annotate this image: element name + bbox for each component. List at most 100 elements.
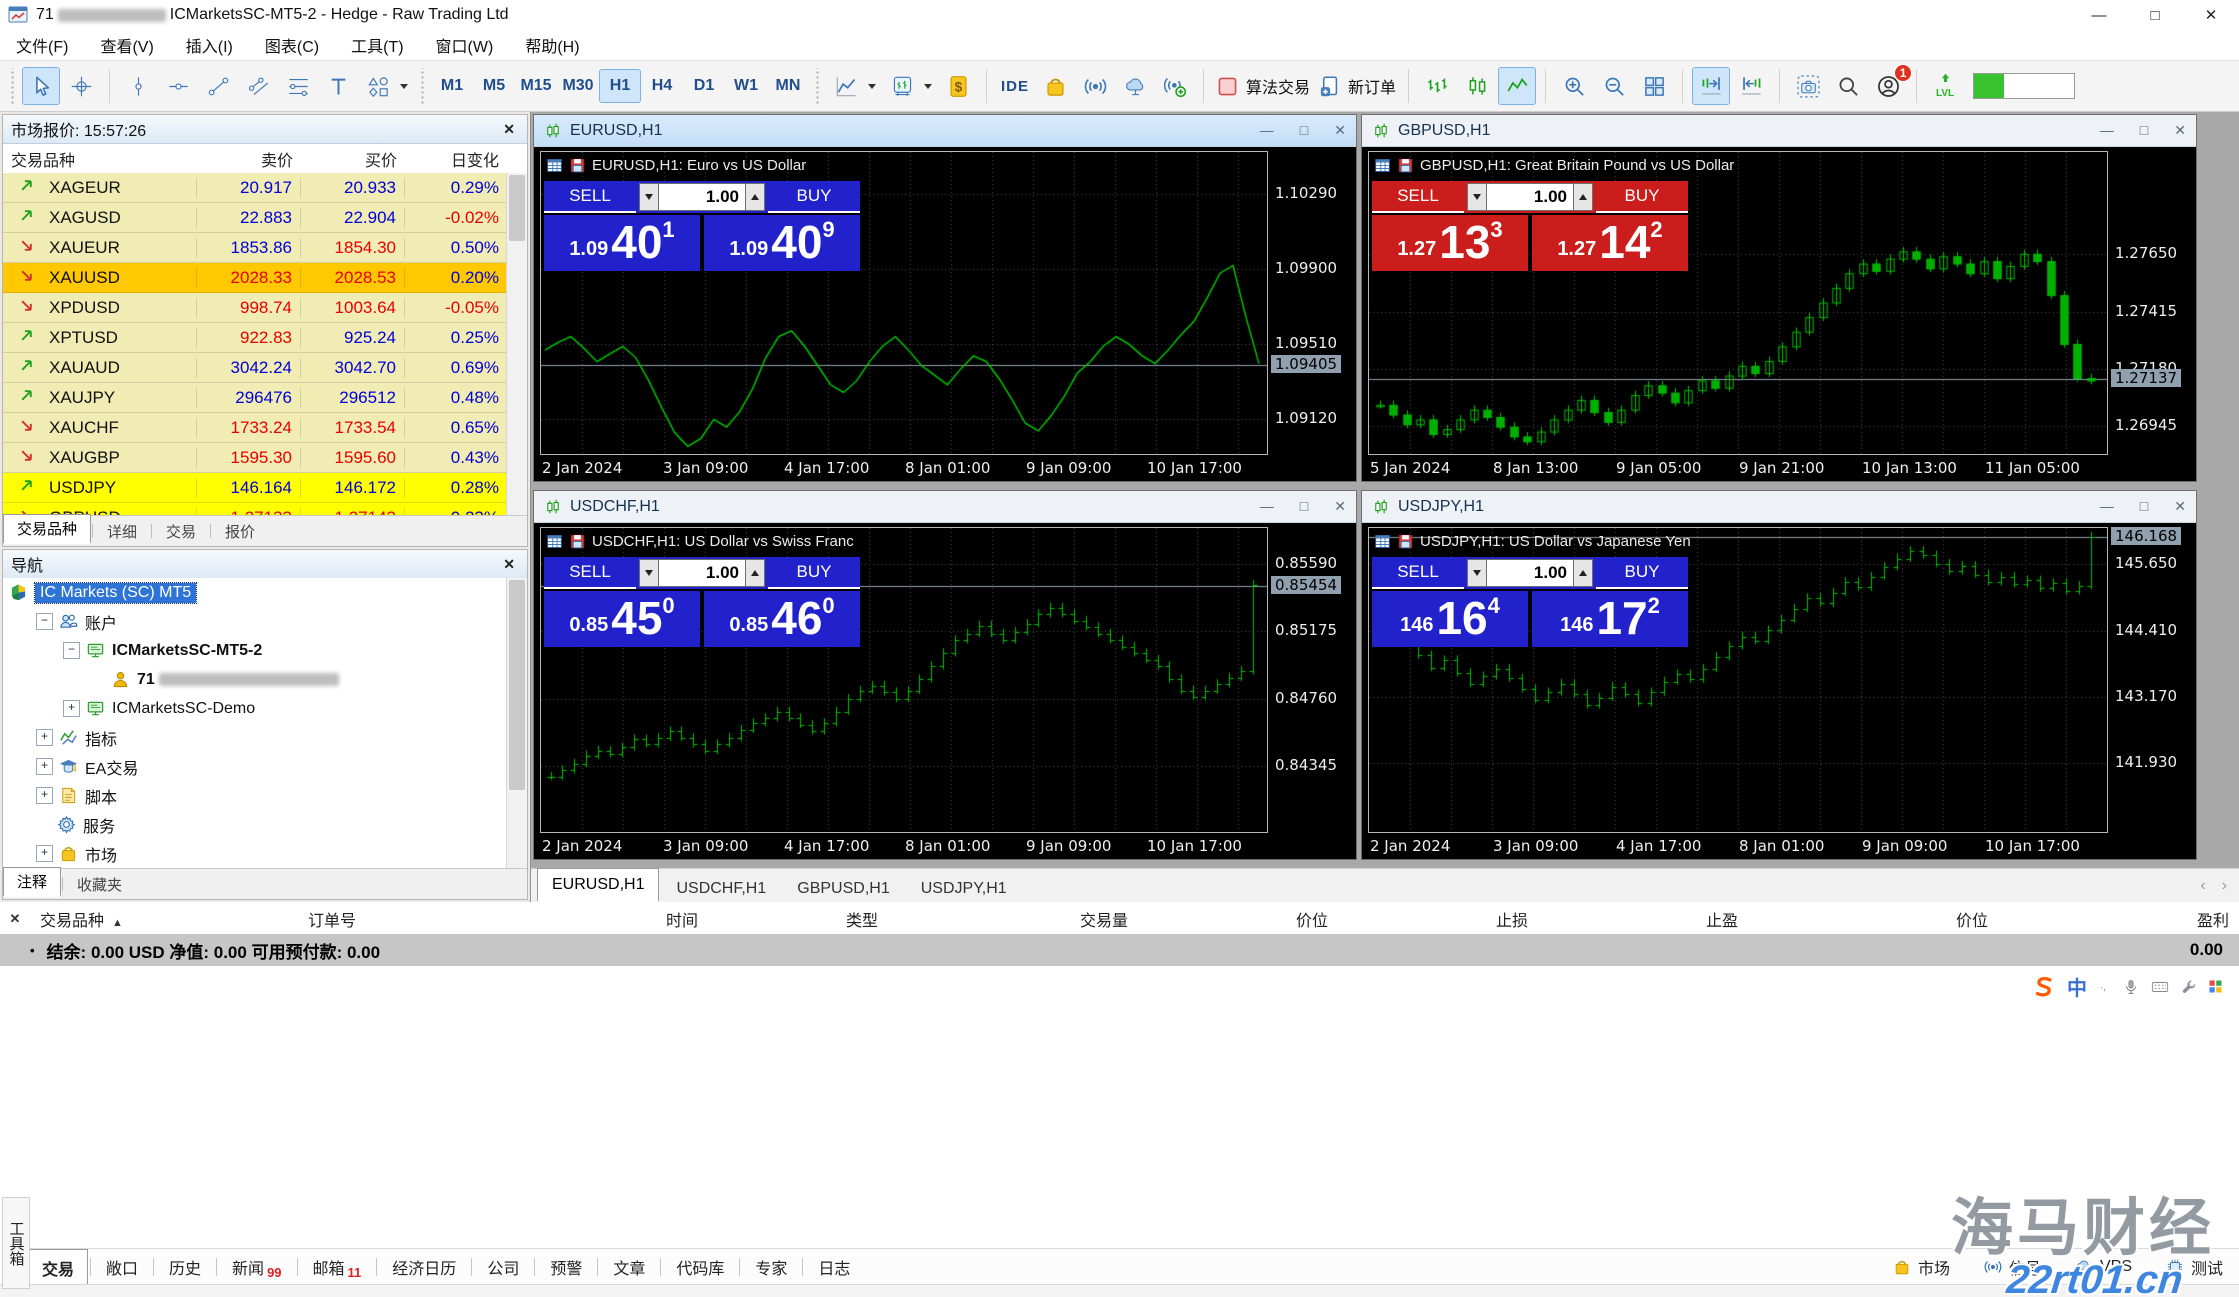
buy-button[interactable]: BUY [768, 181, 860, 213]
toolbox-tab-2[interactable]: 历史 [156, 1249, 214, 1285]
tree-expander-expand[interactable]: + [36, 729, 53, 746]
chart-minimize-button[interactable]: — [1260, 498, 1274, 515]
time-scale[interactable]: 2 Jan 20243 Jan 09:004 Jan 17:008 Jan 01… [540, 835, 1268, 857]
toolbox-tab-5[interactable]: 经济日历 [379, 1249, 469, 1285]
tree-item-1[interactable]: −账户 [3, 607, 507, 636]
toolbox-tab-9[interactable]: 代码库 [663, 1249, 737, 1285]
sell-button[interactable]: SELL [1372, 557, 1464, 589]
timeframe-m5[interactable]: M5 [473, 69, 515, 103]
volume-decrease-button[interactable] [1467, 183, 1487, 211]
timeframe-m15[interactable]: M15 [515, 69, 557, 103]
volume-decrease-button[interactable] [639, 183, 659, 211]
sell-price-box[interactable]: 146164 [1372, 591, 1528, 647]
vertical-line-button[interactable] [119, 67, 157, 105]
buy-button[interactable]: BUY [768, 557, 860, 589]
lang-icon[interactable]: 中 [2067, 972, 2087, 1001]
market-row-usdjpy[interactable]: USDJPY146.164146.1720.28% [3, 473, 507, 503]
timeframe-m1[interactable]: M1 [431, 69, 473, 103]
chart-tab-usdchf[interactable]: USDCHF,H1 [662, 875, 780, 902]
tree-item-4[interactable]: +ICMarketsSC-Demo [3, 694, 507, 723]
volume-input[interactable]: 1.00 [1487, 559, 1573, 587]
candles-chart-button[interactable] [1458, 67, 1496, 105]
wrench-icon[interactable] [2181, 979, 2197, 995]
chart-maximize-button[interactable]: □ [1300, 498, 1308, 515]
orders-column-1[interactable]: 订单号 [298, 907, 538, 931]
sell-price-box[interactable]: 1.09401 [544, 215, 700, 271]
search-button[interactable] [1829, 67, 1867, 105]
timeframe-h4[interactable]: H4 [641, 69, 683, 103]
menu-item-I[interactable]: 插入(I) [170, 30, 249, 60]
tree-expander-expand[interactable]: + [36, 845, 53, 862]
cursor-button[interactable] [22, 67, 60, 105]
fibonacci-button[interactable] [279, 67, 317, 105]
market-watch-tab-3[interactable]: 报价 [212, 516, 268, 546]
tile-windows-button[interactable] [1635, 67, 1673, 105]
chart-title-bar[interactable]: USDJPY,H1—□✕ [1362, 491, 2196, 523]
market-watch-tab-2[interactable]: 交易 [153, 516, 209, 546]
tree-item-5[interactable]: +指标 [3, 723, 507, 752]
volume-increase-button[interactable] [1573, 183, 1593, 211]
chart-tab-usdjpy[interactable]: USDJPY,H1 [907, 875, 1021, 902]
toolbox-tab-4[interactable]: 邮箱11 [300, 1249, 375, 1285]
sogou-s-icon[interactable] [2032, 975, 2056, 999]
orders-column-6[interactable]: 止损 [1338, 907, 1538, 931]
column-header-0[interactable]: 交易品种 [3, 147, 197, 171]
chart-tab-gbpusd[interactable]: GBPUSD,H1 [783, 875, 903, 902]
shapes-button[interactable] [359, 67, 397, 105]
tree-expander-collapse[interactable]: − [63, 642, 80, 659]
signals-button[interactable] [1076, 67, 1114, 105]
chart-title-bar[interactable]: GBPUSD,H1—□✕ [1362, 115, 2196, 147]
timeframe-w1[interactable]: W1 [725, 69, 767, 103]
column-header-2[interactable]: 买价 [301, 147, 405, 171]
shift-left-button[interactable] [1732, 67, 1770, 105]
scrollbar-thumb[interactable] [509, 175, 525, 241]
market-row-xauchf[interactable]: XAUCHF1733.241733.540.65% [3, 413, 507, 443]
orders-column-4[interactable]: 交易量 [888, 907, 1138, 931]
tree-expander-collapse[interactable]: − [36, 613, 53, 630]
algo-trading-button[interactable]: 算法交易 [1213, 67, 1313, 105]
chart-tab-eurusd[interactable]: EURUSD,H1 [537, 868, 659, 902]
buy-price-box[interactable]: 1.09409 [704, 215, 860, 271]
orders-column-3[interactable]: 类型 [708, 907, 888, 931]
toolbox-tab-11[interactable]: 日志 [805, 1249, 863, 1285]
minimize-button[interactable]: — [2071, 0, 2127, 30]
sell-button[interactable]: SELL [544, 557, 636, 589]
timeframe-d1[interactable]: D1 [683, 69, 725, 103]
price-scale[interactable]: 145.650144.410143.170141.930146.168 [2110, 527, 2194, 833]
tree-item-9[interactable]: +市场 [3, 839, 507, 868]
timeframe-mn[interactable]: MN [767, 69, 809, 103]
lvl-indicator[interactable]: LVL [1926, 67, 1964, 105]
toolbox-tab-10[interactable]: 专家 [742, 1249, 800, 1285]
text-button[interactable] [319, 67, 357, 105]
menu-item-T[interactable]: 工具(T) [335, 30, 419, 60]
column-header-1[interactable]: 卖价 [197, 147, 301, 171]
tree-item-2[interactable]: −ICMarketsSC-MT5-2 [3, 636, 507, 665]
punct-icon[interactable]: ·, [2098, 979, 2112, 995]
price-scale[interactable]: 1.102901.099001.095101.091201.09405 [1270, 151, 1354, 455]
menu-item-W[interactable]: 窗口(W) [420, 30, 510, 60]
grid-icon[interactable] [2208, 979, 2223, 994]
navigator-scrollbar[interactable] [506, 578, 527, 869]
market-row-xaueur[interactable]: XAUEUR1853.861854.300.50% [3, 233, 507, 263]
dropdown-arrow-icon[interactable] [924, 84, 932, 89]
mic-icon[interactable] [2123, 978, 2139, 996]
chart-minimize-button[interactable]: — [2100, 122, 2114, 139]
chart-maximize-button[interactable]: □ [2140, 122, 2148, 139]
cloud-button[interactable] [1116, 67, 1154, 105]
buy-button[interactable]: BUY [1596, 557, 1688, 589]
toolbox-tab-3[interactable]: 新闻99 [219, 1249, 294, 1285]
chart-close-button[interactable]: ✕ [2174, 122, 2186, 139]
market-row-xpdusd[interactable]: XPDUSD998.741003.64-0.05% [3, 293, 507, 323]
orders-column-5[interactable]: 价位 [1138, 907, 1338, 931]
tree-item-6[interactable]: +EA交易 [3, 752, 507, 781]
buy-price-box[interactable]: 146172 [1532, 591, 1688, 647]
sell-price-box[interactable]: 0.85450 [544, 591, 700, 647]
market-row-xauaud[interactable]: XAUAUD3042.243042.700.69% [3, 353, 507, 383]
volume-input[interactable]: 1.00 [659, 559, 745, 587]
menu-item-C[interactable]: 图表(C) [249, 30, 335, 60]
time-scale[interactable]: 2 Jan 20243 Jan 09:004 Jan 17:008 Jan 01… [1368, 835, 2108, 857]
status-item-0[interactable]: 市场 [1893, 1255, 1950, 1279]
time-scale[interactable]: 2 Jan 20243 Jan 09:004 Jan 17:008 Jan 01… [540, 457, 1268, 479]
column-header-3[interactable]: 日变化 [405, 147, 507, 171]
navigator-tab-0[interactable]: 注释 [3, 867, 61, 897]
